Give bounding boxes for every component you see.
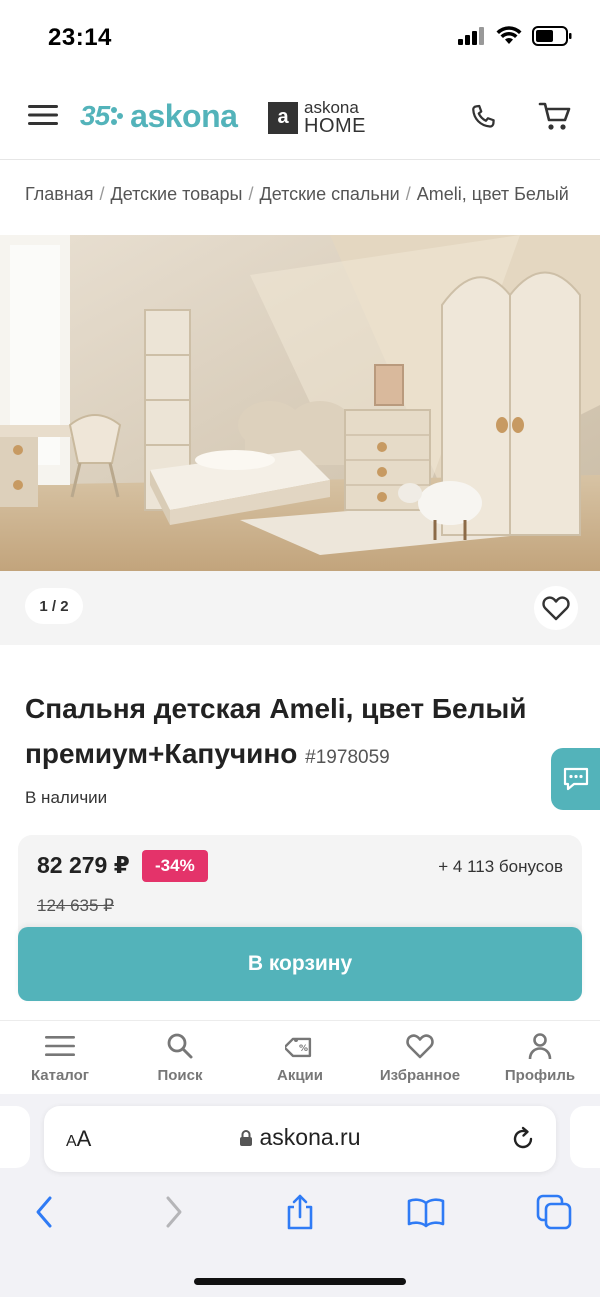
discount-badge: -34% (142, 850, 208, 882)
breadcrumb-separator: / (405, 184, 411, 204)
phone-icon (472, 104, 495, 128)
next-tab-preview[interactable] (570, 1106, 600, 1168)
askona-logo[interactable]: 35 askona (80, 95, 238, 137)
product-photo[interactable] (0, 235, 600, 571)
nav-label: Поиск (157, 1067, 203, 1084)
previous-tab-preview[interactable] (0, 1106, 30, 1168)
breadcrumb-item-kids[interactable]: Детские товары (111, 184, 243, 204)
back-button[interactable] (24, 1192, 64, 1232)
nav-item-promotions[interactable]: % Акции (240, 1021, 360, 1094)
cart-icon (538, 102, 571, 130)
tabs-button[interactable] (534, 1192, 574, 1232)
logo-anniversary-number: 35 (80, 100, 110, 131)
logo-wordmark: askona (130, 97, 238, 134)
tag-icon: % (284, 1031, 316, 1061)
book-icon (407, 1198, 445, 1228)
logo-dots-icon (111, 107, 124, 125)
product-title: Спальня детская Ameli, цвет Белый премиу… (25, 686, 565, 780)
nav-label: Каталог (30, 1067, 90, 1084)
old-price: 124 635 ₽ (37, 896, 114, 915)
phone-button[interactable] (468, 102, 498, 132)
breadcrumb: Главная / Детские товары / Детские спальни / A… (25, 184, 569, 205)
heart-icon (404, 1031, 436, 1061)
chat-icon (563, 767, 589, 791)
bonus-points: + 4 113 бонусов (438, 857, 563, 876)
nav-label: Профиль (504, 1067, 576, 1084)
gallery-counter: 1 / 2 (25, 588, 83, 624)
nav-label: Акции (276, 1067, 323, 1084)
wifi-icon (496, 26, 522, 44)
nav-item-catalog[interactable]: Каталог (0, 1021, 120, 1094)
status-time: 23:14 (48, 24, 112, 51)
bottom-navigation: Каталог Поиск % Акции Избранное Профиль (0, 1020, 600, 1094)
hamburger-icon (28, 105, 58, 125)
svg-text:%: % (299, 1044, 308, 1054)
heart-icon (542, 596, 570, 621)
reload-button[interactable] (508, 1124, 538, 1154)
product-gallery: 1 / 2 (0, 235, 600, 645)
breadcrumb-item-current: Ameli, цвет Белый (416, 184, 569, 204)
signal-icon (458, 27, 484, 45)
url-display[interactable]: askona.ru (44, 1124, 556, 1151)
askona-home-logo[interactable]: a askona HOME (268, 99, 366, 136)
status-bar: 23:14 (0, 0, 600, 78)
menu-button[interactable] (28, 103, 58, 127)
nav-item-favorites[interactable]: Избранное (360, 1021, 480, 1094)
tabs-icon (536, 1194, 572, 1230)
reload-icon (513, 1126, 533, 1149)
bookmarks-button[interactable] (406, 1192, 446, 1232)
site-header: 35 askona a askona HOME (0, 78, 600, 160)
catalog-icon (44, 1031, 76, 1061)
nav-item-profile[interactable]: Профиль (480, 1021, 600, 1094)
safari-tool-row (0, 1192, 600, 1232)
search-icon (164, 1031, 196, 1061)
bedroom-photo (0, 235, 600, 571)
profile-icon (524, 1031, 556, 1061)
lock-icon (240, 1129, 253, 1146)
breadcrumb-separator: / (248, 184, 254, 204)
safari-toolbar: AA askona.ru (0, 1094, 600, 1297)
nav-item-search[interactable]: Поиск (120, 1021, 240, 1094)
home-indicator[interactable] (194, 1278, 406, 1285)
breadcrumb-item-bedrooms[interactable]: Детские спальни (260, 184, 400, 204)
chat-button[interactable] (551, 748, 600, 810)
forward-button[interactable] (154, 1192, 194, 1232)
battery-icon (532, 26, 572, 46)
chevron-left-icon (36, 1196, 52, 1228)
home-logo-line2: HOME (304, 115, 366, 137)
stock-status: В наличии (25, 788, 108, 807)
share-icon (287, 1194, 313, 1230)
current-price: 82 279 ₽ (37, 852, 130, 878)
home-logo-mark: a (268, 101, 298, 134)
address-bar[interactable]: AA askona.ru (44, 1106, 556, 1172)
product-sku: #1978059 (305, 747, 390, 768)
nav-label: Избранное (379, 1067, 461, 1084)
cart-button[interactable] (538, 100, 572, 132)
chevron-right-icon (166, 1196, 182, 1228)
status-icons (458, 26, 572, 46)
url-text: askona.ru (259, 1124, 361, 1150)
add-to-cart-button[interactable]: В корзину (18, 927, 582, 1001)
product-title-text: Спальня детская Ameli, цвет Белый премиу… (25, 693, 527, 769)
share-button[interactable] (280, 1192, 320, 1232)
home-logo-line1: askona (304, 98, 359, 117)
breadcrumb-item-home[interactable]: Главная (25, 184, 94, 204)
breadcrumb-separator: / (99, 184, 105, 204)
favorite-button[interactable] (534, 586, 578, 630)
